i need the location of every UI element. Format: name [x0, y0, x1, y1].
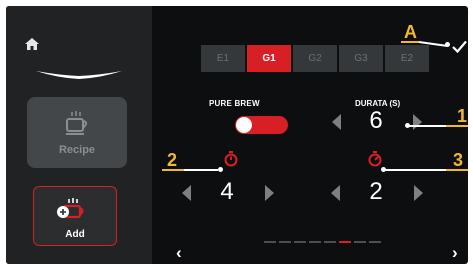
recipe-label: Recipe	[58, 144, 96, 156]
add-button[interactable]: Add	[33, 186, 117, 246]
page-dot	[264, 241, 276, 243]
page-dot-active	[339, 241, 351, 243]
durata-value: 6	[369, 107, 383, 134]
callout-a-underline	[401, 41, 419, 43]
durata-stepper: 6	[332, 107, 422, 137]
callout-a-dot	[445, 42, 450, 47]
callout-2: 2	[167, 150, 178, 170]
callout-1-dot	[405, 123, 410, 128]
sidebar: Recipe Add	[6, 6, 152, 264]
machine-display: Recipe Add E1 G1 G2 G3 E2 PURE BREW DURA…	[6, 6, 468, 264]
callout-1: 1	[457, 106, 468, 126]
pure-brew-toggle[interactable]	[235, 116, 288, 134]
timer-left-value: 4	[220, 178, 234, 205]
callout-1-leader	[409, 125, 446, 127]
page-dot	[354, 241, 366, 243]
next-page-arrow[interactable]: ›	[452, 244, 458, 261]
callout-a: A	[404, 22, 417, 42]
timer-right-decrease-arrow[interactable]	[331, 185, 340, 201]
add-label: Add	[65, 229, 85, 240]
page-dot	[279, 241, 291, 243]
page-dot	[369, 241, 381, 243]
tab-g3[interactable]: G3	[339, 45, 383, 72]
timer-right-increase-arrow[interactable]	[414, 185, 423, 201]
timer-right-icon	[368, 151, 382, 172]
tab-g2[interactable]: G2	[293, 45, 337, 72]
callout-2-dot	[218, 167, 223, 172]
coffee-cup-icon	[64, 110, 90, 141]
tab-e2[interactable]: E2	[385, 45, 429, 72]
tab-e1[interactable]: E1	[201, 45, 245, 72]
timer-left-increase-arrow[interactable]	[265, 185, 274, 201]
timer-left-stepper: 4	[182, 178, 274, 208]
home-icon[interactable]	[25, 37, 39, 55]
callout-1-underline	[446, 125, 468, 127]
page-dot	[294, 241, 306, 243]
tab-g1[interactable]: G1	[247, 45, 291, 72]
prev-page-arrow[interactable]: ‹	[176, 244, 182, 261]
callout-3-underline	[446, 169, 468, 171]
callout-3-leader	[385, 169, 446, 171]
recipe-button[interactable]: Recipe	[27, 97, 127, 168]
timer-right-value: 2	[369, 178, 383, 205]
page-indicator	[264, 241, 381, 243]
brand-logo	[36, 66, 122, 84]
page-dot	[324, 241, 336, 243]
pure-brew-label: PURE BREW	[209, 99, 260, 108]
timer-right-stepper: 2	[331, 178, 423, 208]
durata-decrease-arrow[interactable]	[332, 114, 341, 130]
durata-increase-arrow[interactable]	[413, 114, 422, 130]
toggle-knob	[236, 117, 252, 133]
callout-3: 3	[453, 150, 464, 170]
callout-2-leader	[184, 169, 218, 171]
callout-3-dot	[381, 167, 386, 172]
timer-left-decrease-arrow[interactable]	[182, 185, 191, 201]
callout-2-underline	[162, 169, 184, 171]
add-drink-icon	[56, 197, 86, 228]
page-dot	[309, 241, 321, 243]
recipe-tabs: E1 G1 G2 G3 E2	[201, 45, 429, 72]
timer-left-icon	[224, 151, 238, 172]
checkmark-icon[interactable]	[452, 40, 467, 58]
